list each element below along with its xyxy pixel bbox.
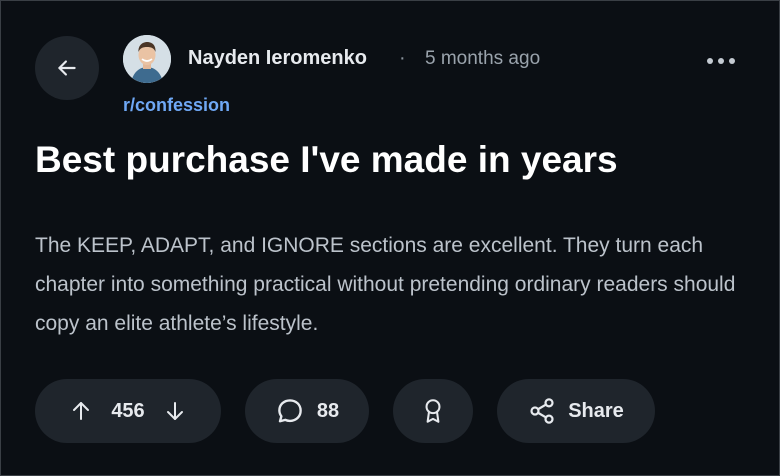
subreddit-link[interactable]: r/confession <box>123 95 230 116</box>
share-nodes-icon <box>530 398 554 424</box>
downvote-button[interactable] <box>163 399 187 423</box>
post-card: Nayden Ieromenko · 5 months ago r/confes… <box>0 0 780 476</box>
vote-count: 456 <box>111 399 145 422</box>
vote-control: 456 <box>35 379 221 443</box>
user-avatar-icon <box>123 35 171 83</box>
meta-separator: · <box>399 47 406 69</box>
post-body: The KEEP, ADAPT, and IGNORE sections are… <box>35 234 736 335</box>
award-ribbon-icon <box>425 399 441 423</box>
more-options-button[interactable] <box>701 47 741 75</box>
back-button[interactable] <box>35 36 99 100</box>
comment-count: 88 <box>316 399 340 422</box>
share-label: Share <box>568 399 624 422</box>
post-title: Best purchase I've made in years <box>35 139 618 180</box>
author-name[interactable]: Nayden Ieromenko <box>188 47 367 70</box>
comment-bubble-icon <box>278 399 302 423</box>
post-timestamp: 5 months ago <box>425 48 541 69</box>
upvote-button[interactable] <box>69 399 93 423</box>
arrow-left-icon <box>58 60 76 76</box>
arrow-down-icon <box>166 402 183 420</box>
share-button[interactable]: Share <box>497 379 655 443</box>
award-button[interactable] <box>393 379 473 443</box>
more-horizontal-icon <box>707 58 735 64</box>
arrow-up-icon <box>73 402 90 420</box>
comments-button[interactable]: 88 <box>245 379 369 443</box>
avatar[interactable] <box>123 35 171 83</box>
